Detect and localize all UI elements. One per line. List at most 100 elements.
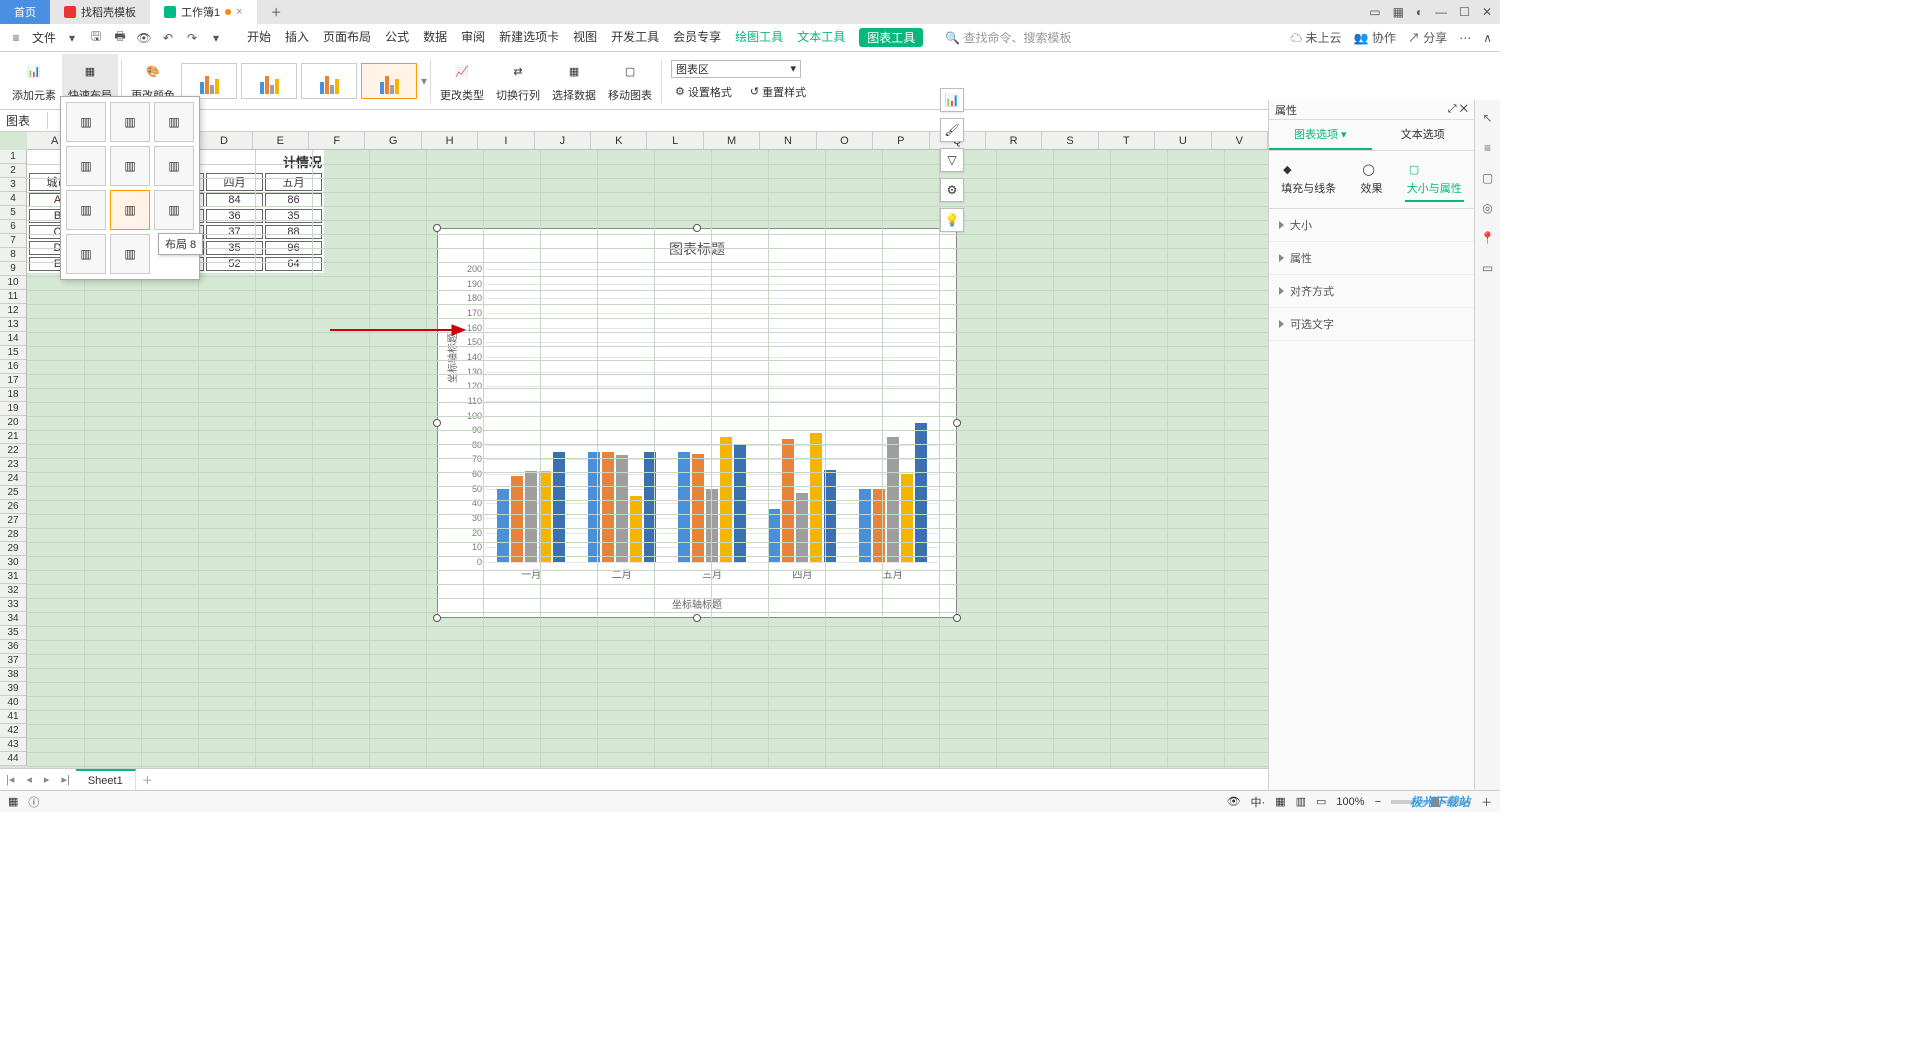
col-header[interactable]: U [1155, 132, 1211, 149]
pane-sub-effect[interactable]: ◯效果 [1358, 155, 1384, 202]
move-chart-button[interactable]: ▢移动图表 [602, 54, 658, 107]
coop-button[interactable]: 👥 协作 [1354, 29, 1396, 46]
row-header[interactable]: 41 [0, 710, 26, 724]
save-icon[interactable]: ▾ [64, 30, 80, 46]
menu-review[interactable]: 审阅 [461, 28, 485, 47]
sheet-add-icon[interactable]: ＋ [136, 772, 159, 788]
row-header[interactable]: 27 [0, 514, 26, 528]
row-header[interactable]: 38 [0, 668, 26, 682]
status-ime-icon[interactable]: 中· [1251, 794, 1266, 810]
row-header[interactable]: 36 [0, 640, 26, 654]
row-header[interactable]: 17 [0, 374, 26, 388]
chevron-icon[interactable]: ∧ [1483, 31, 1492, 45]
swap-rowcol-button[interactable]: ⇄切换行列 [490, 54, 546, 107]
rail-more-icon[interactable]: ▭ [1480, 260, 1496, 276]
tab-template[interactable]: 找稻壳模板 [50, 0, 150, 24]
row-header[interactable]: 39 [0, 682, 26, 696]
file-menu[interactable]: 文件 [32, 29, 56, 46]
menu-dev[interactable]: 开发工具 [611, 28, 659, 47]
col-header[interactable]: L [647, 132, 703, 149]
row-header[interactable]: 19 [0, 402, 26, 416]
row-header[interactable]: 15 [0, 346, 26, 360]
qat-redo-icon[interactable]: ↷ [184, 30, 200, 46]
menu-insert[interactable]: 插入 [285, 28, 309, 47]
menu-icon[interactable]: ≡ [8, 30, 24, 46]
row-header[interactable]: 42 [0, 724, 26, 738]
pane-tab-chart[interactable]: 图表选项 ▾ [1269, 120, 1372, 150]
row-header[interactable]: 25 [0, 486, 26, 500]
chart-brush-button[interactable]: 🖌 [940, 118, 964, 142]
row-header[interactable]: 22 [0, 444, 26, 458]
rail-pin-icon[interactable]: 📍 [1480, 230, 1496, 246]
sheet-last-icon[interactable]: ▸| [55, 773, 75, 786]
style-3[interactable] [301, 63, 357, 99]
layout-icon[interactable]: ▭ [1369, 5, 1380, 19]
col-header[interactable]: D [196, 132, 252, 149]
row-header[interactable]: 32 [0, 584, 26, 598]
add-element-button[interactable]: 📊 添加元素 [6, 54, 62, 107]
layout-opt-5[interactable]: ▥ [110, 146, 150, 186]
menu-chart-tools[interactable]: 图表工具 [859, 28, 923, 47]
qat-dropdown-icon[interactable]: ▾ [208, 30, 224, 46]
menu-view[interactable]: 视图 [573, 28, 597, 47]
layout-opt-8[interactable]: ▥ [110, 190, 150, 230]
pane-section-props[interactable]: 属性 [1269, 242, 1474, 275]
chart-bar[interactable] [553, 452, 565, 562]
rail-layer-icon[interactable]: ▢ [1480, 170, 1496, 186]
resize-handle[interactable] [693, 224, 701, 232]
row-header[interactable]: 35 [0, 626, 26, 640]
name-box[interactable]: 图表 [0, 112, 48, 129]
row-header[interactable]: 16 [0, 360, 26, 374]
reset-style-button[interactable]: ↺ 重置样式 [746, 82, 810, 102]
y-axis-label[interactable]: 坐标轴标题 [444, 333, 459, 383]
tab-home[interactable]: 首页 [0, 0, 50, 24]
grid-icon[interactable]: ▦ [1393, 5, 1404, 19]
sheet-next-icon[interactable]: ▸ [38, 773, 56, 786]
rail-select-icon[interactable]: ↖ [1480, 110, 1496, 126]
qat-undo-icon[interactable]: ↶ [160, 30, 176, 46]
row-header[interactable]: 34 [0, 612, 26, 626]
tab-workbook[interactable]: 工作簿1 × [150, 0, 257, 24]
more-icon[interactable]: ⋯ [1459, 31, 1471, 45]
zoom-in-icon[interactable]: ＋ [1481, 794, 1492, 810]
col-header[interactable]: J [535, 132, 591, 149]
pane-sub-fill[interactable]: ◆填充与线条 [1279, 155, 1338, 202]
row-header[interactable]: 13 [0, 318, 26, 332]
row-header[interactable]: 12 [0, 304, 26, 318]
status-view1-icon[interactable]: ▦ [1275, 795, 1285, 808]
chart-bar[interactable] [692, 454, 704, 562]
maximize-icon[interactable]: ☐ [1459, 5, 1470, 19]
row-header[interactable]: 5 [0, 206, 26, 220]
style-4[interactable] [361, 63, 417, 99]
col-header[interactable]: P [873, 132, 929, 149]
cloud-status[interactable]: ☁ 未上云 [1290, 29, 1341, 46]
rail-location-icon[interactable]: ◎ [1480, 200, 1496, 216]
sheet-first-icon[interactable]: |◂ [0, 773, 20, 786]
menu-layout[interactable]: 页面布局 [323, 28, 371, 47]
layout-opt-11[interactable]: ▥ [110, 234, 150, 274]
col-header[interactable]: H [422, 132, 478, 149]
row-header[interactable]: 3 [0, 178, 26, 192]
col-header[interactable]: R [986, 132, 1042, 149]
row-header[interactable]: 24 [0, 472, 26, 486]
chart-filter-button[interactable]: ▽ [940, 148, 964, 172]
layout-opt-2[interactable]: ▥ [110, 102, 150, 142]
chart-bar[interactable] [734, 445, 746, 562]
status-eye-icon[interactable]: 👁 [1227, 795, 1241, 808]
layout-opt-9[interactable]: ▥ [154, 190, 194, 230]
resize-handle[interactable] [433, 614, 441, 622]
layout-opt-6[interactable]: ▥ [154, 146, 194, 186]
chart-bar[interactable] [824, 470, 836, 562]
row-header[interactable]: 1 [0, 150, 26, 164]
menu-vip[interactable]: 会员专享 [673, 28, 721, 47]
col-header[interactable]: E [253, 132, 309, 149]
row-header[interactable]: 30 [0, 556, 26, 570]
row-header[interactable]: 43 [0, 738, 26, 752]
col-header[interactable]: V [1212, 132, 1268, 149]
col-header[interactable]: O [817, 132, 873, 149]
col-header[interactable]: N [760, 132, 816, 149]
pane-section-alt[interactable]: 可选文字 [1269, 308, 1474, 341]
status-view2-icon[interactable]: ▥ [1296, 795, 1306, 808]
row-header[interactable]: 26 [0, 500, 26, 514]
cells-area[interactable]: 计情况城市三月四月五月A368486B743635C473788D883596E… [27, 150, 1268, 790]
